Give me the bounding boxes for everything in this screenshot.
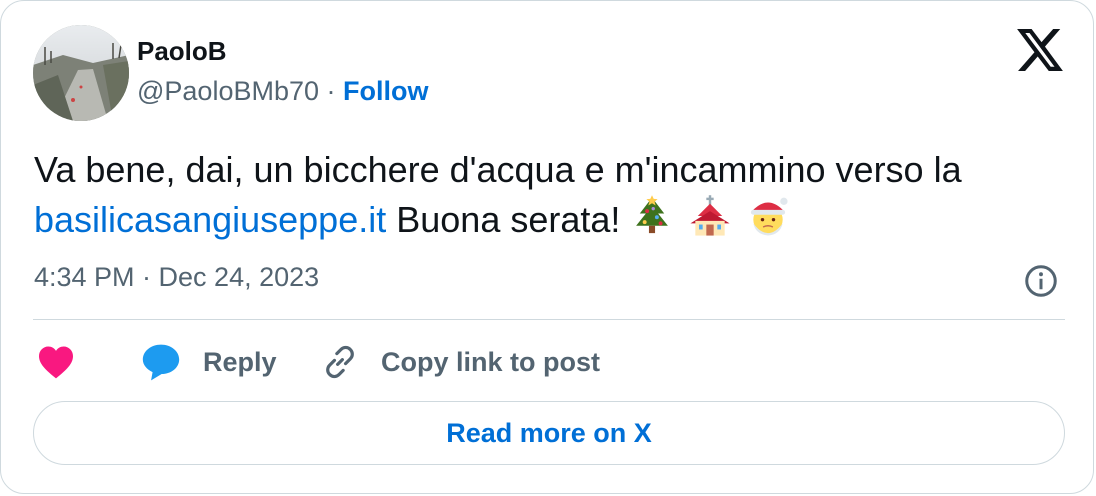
avatar[interactable] xyxy=(33,25,129,121)
avatar-image xyxy=(33,25,129,121)
heart-icon[interactable] xyxy=(37,345,75,379)
info-icon[interactable] xyxy=(1023,263,1059,299)
read-more-label: Read more on X xyxy=(446,417,652,448)
speech-bubble-icon xyxy=(142,344,180,381)
author-name[interactable]: PaoloB xyxy=(137,35,227,67)
link-icon xyxy=(326,345,354,379)
follow-button[interactable]: Follow xyxy=(343,76,428,106)
divider xyxy=(33,319,1065,320)
tweet-text-before: Va bene, dai, un bicchere d'acqua e m'in… xyxy=(34,149,962,190)
christmas-tree-icon xyxy=(636,195,669,234)
santa-claus-icon xyxy=(751,197,789,236)
read-more-button[interactable]: Read more on X xyxy=(33,401,1065,465)
action-bar: Reply Copy link to post xyxy=(37,339,1067,385)
tweet-link[interactable]: basilicasangiuseppe.it xyxy=(34,199,386,240)
reply-button[interactable]: Reply xyxy=(141,339,277,385)
author-handle-row: @PaoloBMb70 · Follow xyxy=(137,74,429,108)
copy-link-label: Copy link to post xyxy=(381,346,600,377)
tweet-timestamp[interactable]: 4:34 PM · Dec 24, 2023 xyxy=(34,260,319,294)
church-icon xyxy=(690,195,730,236)
handle-separator: · xyxy=(319,76,344,106)
author-handle[interactable]: @PaoloBMb70 xyxy=(137,76,319,106)
x-logo-icon[interactable] xyxy=(1017,29,1063,71)
tweet-text-after: Buona serata! xyxy=(386,199,621,240)
copy-link-button[interactable]: Copy link to post xyxy=(321,339,600,385)
tweet-text: Va bene, dai, un bicchere d'acqua e m'in… xyxy=(34,146,1074,244)
tweet-card: PaoloB @PaoloBMb70 · Follow Va bene, dai… xyxy=(0,0,1094,494)
reply-label: Reply xyxy=(203,346,277,377)
